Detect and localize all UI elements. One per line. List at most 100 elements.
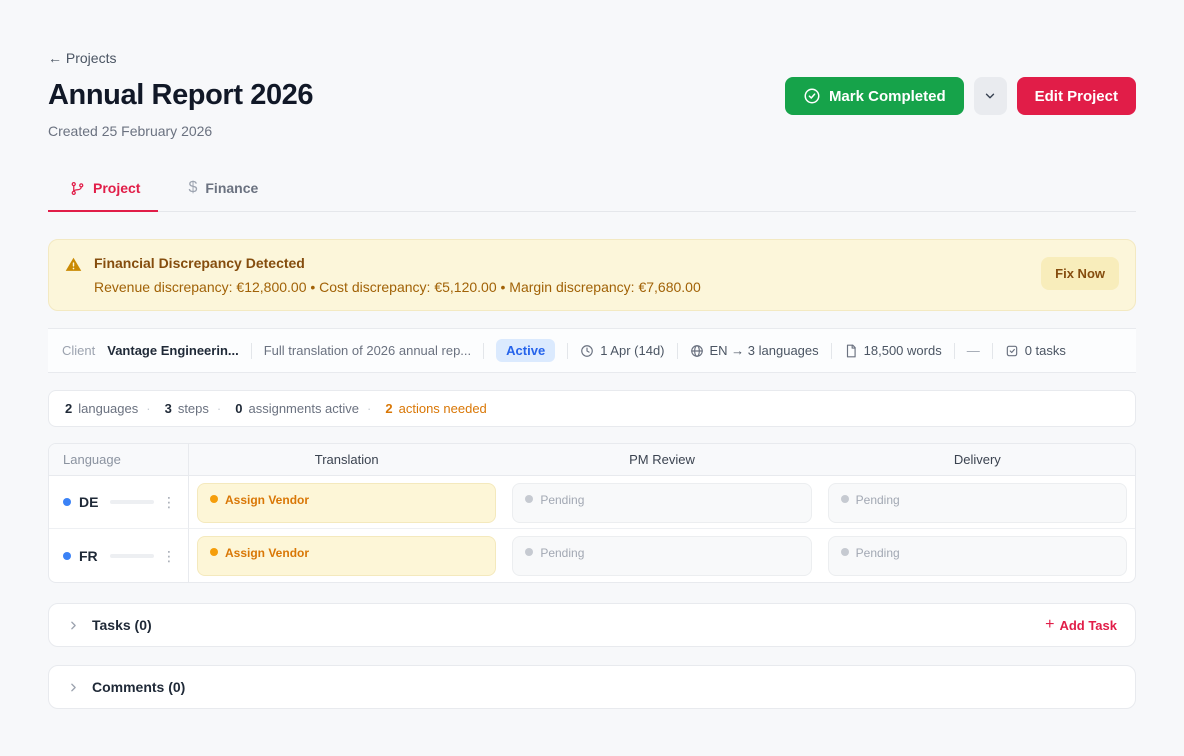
stat-steps-value: 3 — [165, 401, 172, 416]
tasks-section-title: Tasks (0) — [92, 617, 152, 633]
pending-dot-icon — [841, 495, 849, 503]
step-cell: Pending — [504, 529, 819, 582]
project-stats-bar: 2 languages 3 steps 0 assignments active… — [48, 390, 1136, 427]
language-code: DE — [79, 494, 98, 510]
pending-dot-icon — [841, 548, 849, 556]
language-dot-icon — [63, 552, 71, 560]
step-status-label: Pending — [856, 546, 900, 560]
empty-value-dash: — — [967, 343, 980, 358]
more-actions-button[interactable] — [974, 77, 1007, 115]
comments-section-title: Comments (0) — [92, 679, 185, 695]
tasks-section[interactable]: Tasks (0) + Add Task — [48, 603, 1136, 647]
language-dot-icon — [63, 498, 71, 506]
pending-cell[interactable]: Pending — [828, 483, 1127, 523]
assign-vendor-cell[interactable]: Assign Vendor — [197, 536, 496, 576]
pending-cell[interactable]: Pending — [828, 536, 1127, 576]
plus-icon: + — [1045, 617, 1054, 633]
stat-languages-value: 2 — [65, 401, 72, 416]
stat-assignments: 0 assignments active — [217, 401, 359, 416]
tasks-count-item: 0 tasks — [1005, 343, 1066, 358]
language-row-fr: FR ⋮ — [49, 529, 189, 582]
mark-completed-label: Mark Completed — [829, 88, 946, 105]
stat-steps-label: steps — [178, 401, 209, 416]
back-to-projects-link[interactable]: ← Projects — [48, 0, 116, 66]
step-status-label: Pending — [540, 493, 584, 507]
check-circle-icon — [803, 87, 821, 105]
column-header-pm-review: PM Review — [504, 444, 819, 476]
kebab-menu-icon[interactable]: ⋮ — [162, 549, 176, 563]
step-status-label: Pending — [856, 493, 900, 507]
checkbox-check-icon — [1005, 344, 1019, 358]
project-description: Full translation of 2026 annual rep... — [264, 343, 471, 358]
globe-icon — [690, 344, 704, 358]
due-date: 1 Apr (14d) — [600, 343, 664, 358]
step-cell: Pending — [820, 529, 1135, 582]
column-header-language: Language — [49, 444, 189, 476]
divider — [483, 343, 484, 359]
status-badge: Active — [496, 339, 555, 362]
header: ← Projects Annual Report 2026 Created 25… — [48, 0, 1136, 139]
chevron-right-icon[interactable] — [67, 619, 80, 632]
progress-bar — [110, 500, 154, 504]
tab-project[interactable]: Project — [68, 169, 142, 211]
assign-vendor-cell[interactable]: Assign Vendor — [197, 483, 496, 523]
word-count: 18,500 words — [864, 343, 942, 358]
project-info-bar: Client Vantage Engineerin... Full transl… — [48, 328, 1136, 373]
step-cell: Assign Vendor — [189, 476, 504, 529]
tab-finance-label: Finance — [205, 180, 258, 196]
column-header-delivery: Delivery — [820, 444, 1135, 476]
fix-now-button[interactable]: Fix Now — [1041, 257, 1119, 290]
column-header-translation: Translation — [189, 444, 504, 476]
stat-actions-needed-label: actions needed — [399, 401, 487, 416]
created-date: Created 25 February 2026 — [48, 123, 1136, 139]
chevron-right-icon[interactable] — [67, 681, 80, 694]
step-cell: Assign Vendor — [189, 529, 504, 582]
kebab-menu-icon[interactable]: ⋮ — [162, 495, 176, 509]
divider — [954, 343, 955, 359]
financial-discrepancy-banner: Financial Discrepancy Detected Revenue d… — [48, 239, 1136, 311]
stat-assignments-value: 0 — [235, 401, 242, 416]
language-pair: EN → 3 languages — [710, 343, 819, 358]
step-cell: Pending — [504, 476, 819, 529]
pending-dot-icon — [525, 548, 533, 556]
banner-details: Revenue discrepancy: €12,800.00 • Cost d… — [94, 279, 1029, 295]
language-code: FR — [79, 548, 98, 564]
divider — [831, 343, 832, 359]
action-dot-icon — [210, 548, 218, 556]
client-name: Vantage Engineerin... — [107, 343, 238, 358]
divider — [677, 343, 678, 359]
step-cell: Pending — [820, 476, 1135, 529]
tasks-count: 0 tasks — [1025, 343, 1066, 358]
edit-project-label: Edit Project — [1035, 88, 1118, 105]
language-row-de: DE ⋮ — [49, 476, 189, 529]
due-date-item: 1 Apr (14d) — [580, 343, 664, 358]
document-icon — [844, 344, 858, 358]
mark-completed-button[interactable]: Mark Completed — [785, 77, 964, 115]
chevron-down-icon — [983, 89, 997, 103]
stat-steps: 3 steps — [146, 401, 209, 416]
add-task-button[interactable]: + Add Task — [1045, 617, 1117, 633]
progress-bar — [110, 554, 154, 558]
stat-actions-needed: 2 actions needed — [367, 401, 487, 416]
pending-cell[interactable]: Pending — [512, 483, 811, 523]
stat-languages-label: languages — [78, 401, 138, 416]
divider — [251, 343, 252, 359]
step-status-label: Pending — [540, 546, 584, 560]
step-status-label: Assign Vendor — [225, 546, 309, 560]
language-pair-item: EN → 3 languages — [690, 343, 819, 358]
banner-text: Financial Discrepancy Detected Revenue d… — [94, 255, 1029, 295]
divider — [567, 343, 568, 359]
pending-cell[interactable]: Pending — [512, 536, 811, 576]
action-dot-icon — [210, 495, 218, 503]
comments-section[interactable]: Comments (0) — [48, 665, 1136, 709]
clock-icon — [580, 344, 594, 358]
client-label: Client — [62, 343, 95, 358]
tab-finance[interactable]: $ Finance — [186, 169, 260, 211]
stat-languages: 2 languages — [65, 401, 138, 416]
step-status-label: Assign Vendor — [225, 493, 309, 507]
edit-project-button[interactable]: Edit Project — [1017, 77, 1136, 115]
project-page: ← Projects Annual Report 2026 Created 25… — [0, 0, 1184, 709]
tab-bar: Project $ Finance — [48, 169, 1136, 212]
stat-assignments-label: assignments active — [248, 401, 359, 416]
pending-dot-icon — [525, 495, 533, 503]
